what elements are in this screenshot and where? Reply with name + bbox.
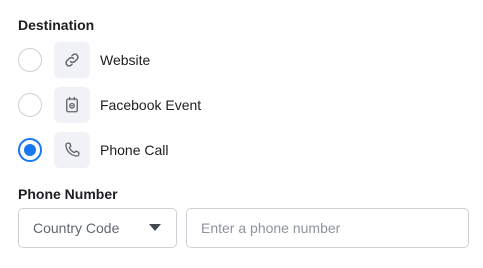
phone-icon [54, 132, 90, 168]
radio-selected-dot [24, 144, 36, 156]
phone-call-radio[interactable] [18, 138, 42, 162]
website-label: Website [100, 52, 151, 68]
phone-number-title: Phone Number [18, 186, 118, 202]
destination-option-phone-call[interactable]: Phone Call [18, 130, 169, 170]
country-code-value: Country Code [33, 220, 120, 236]
facebook-event-label: Facebook Event [100, 97, 202, 113]
destination-title: Destination [18, 17, 95, 33]
phone-call-label: Phone Call [100, 142, 169, 158]
link-icon [54, 42, 90, 78]
caret-down-icon [149, 224, 161, 231]
phone-number-input[interactable] [199, 219, 456, 237]
event-icon [54, 87, 90, 123]
destination-option-facebook-event[interactable]: Facebook Event [18, 85, 201, 125]
website-radio[interactable] [18, 48, 42, 72]
country-code-dropdown[interactable]: Country Code [18, 208, 177, 248]
phone-number-field[interactable] [186, 208, 469, 248]
facebook-event-radio[interactable] [18, 93, 42, 117]
destination-option-website[interactable]: Website [18, 40, 150, 80]
